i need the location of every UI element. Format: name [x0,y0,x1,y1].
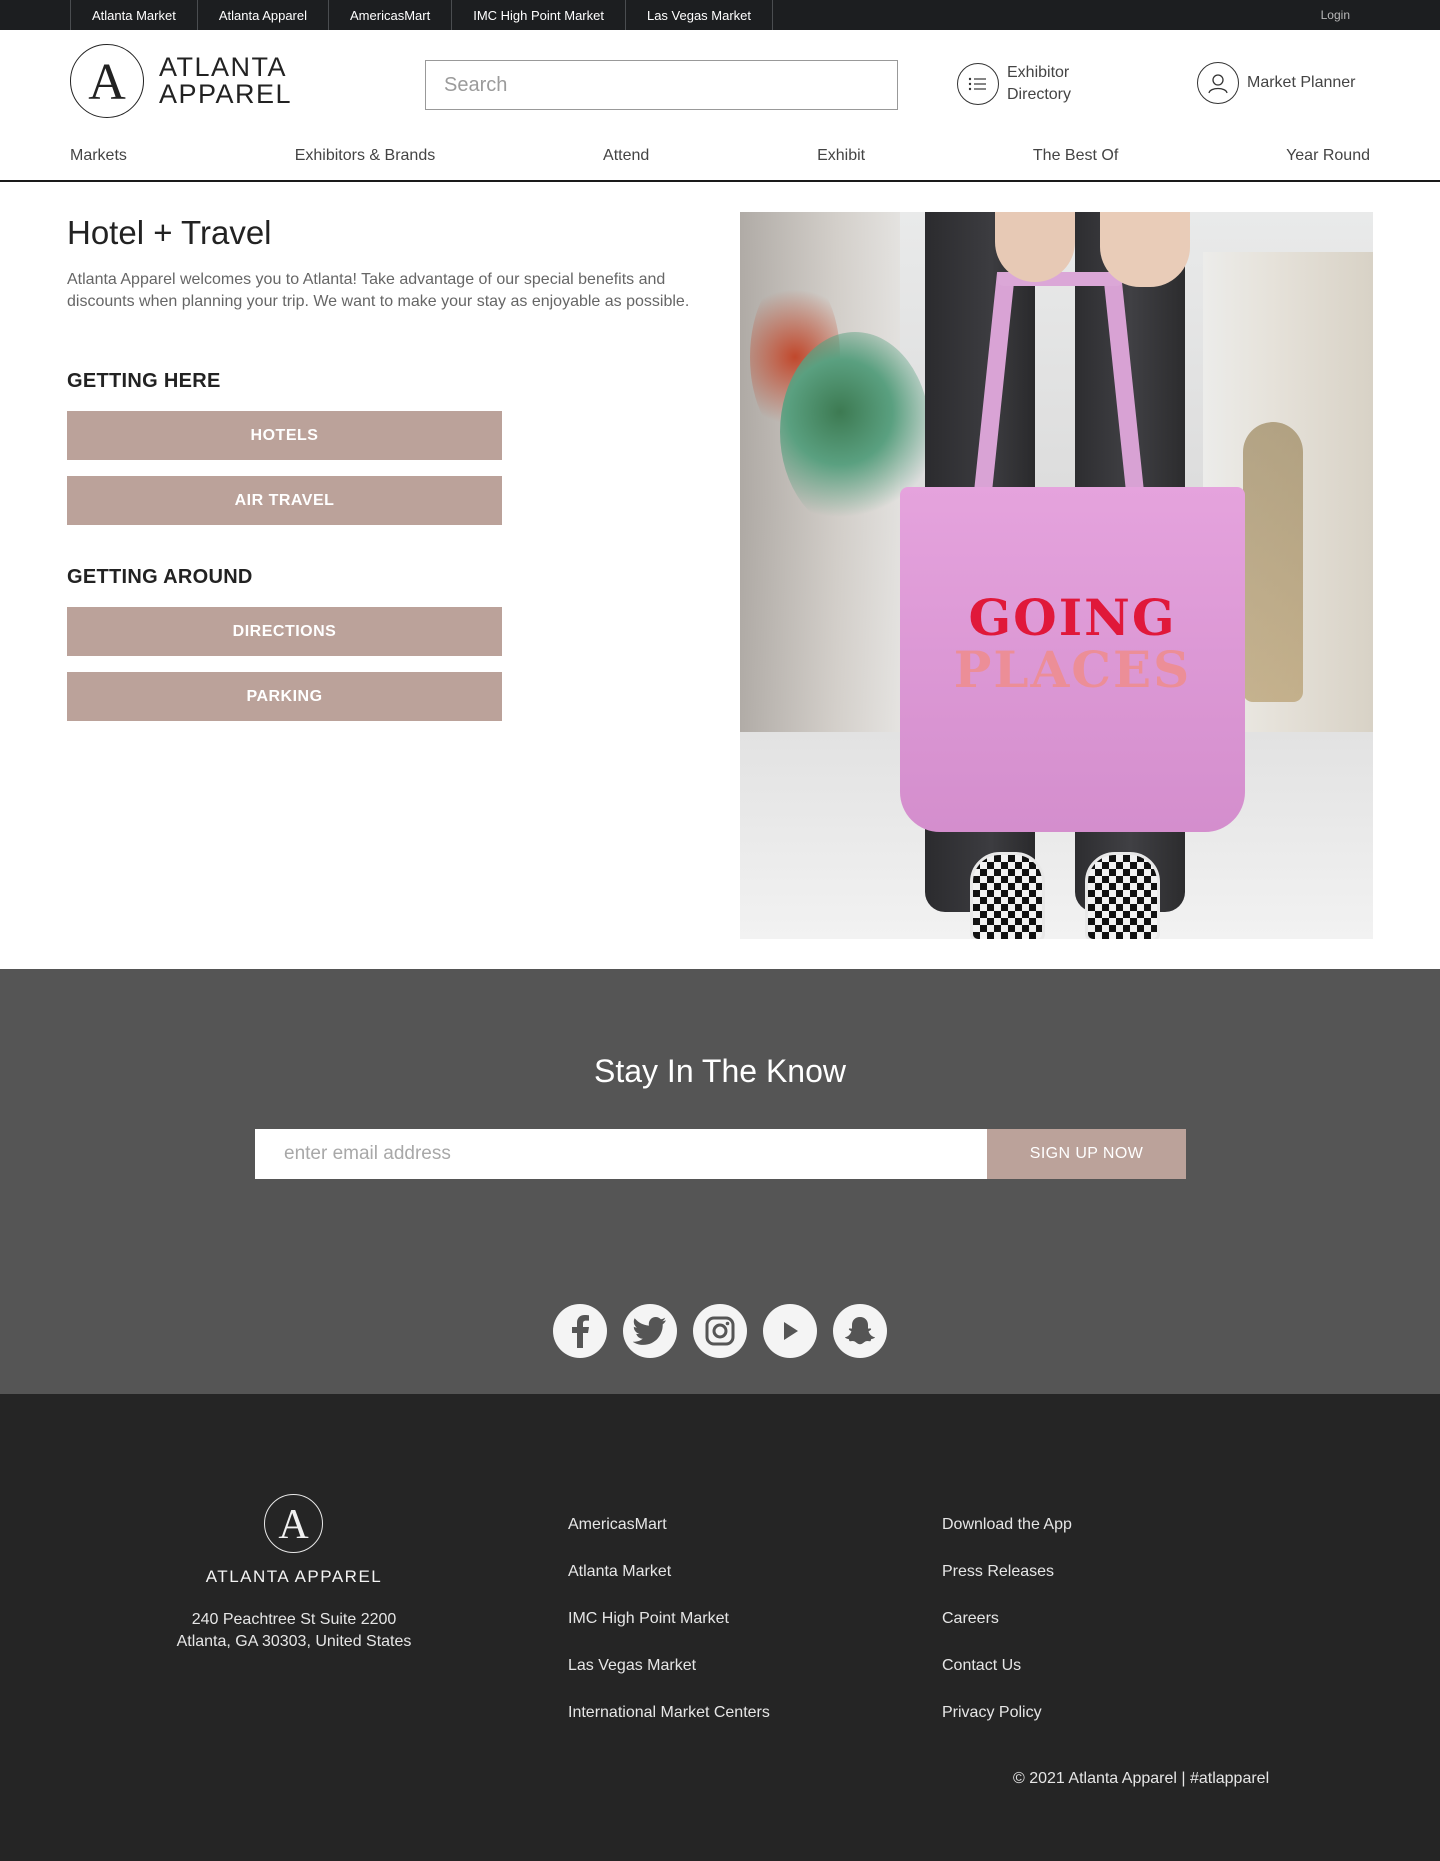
hero-hand-right [1100,212,1190,287]
footer-address-line-2: Atlanta, GA 30303, United States [176,1633,412,1650]
snapchat-icon[interactable] [833,1304,887,1358]
logo-letter: A [88,54,126,111]
twitter-icon[interactable] [623,1304,677,1358]
hero-mannequin [1243,422,1303,702]
topbar-link-atlanta-market[interactable]: Atlanta Market [71,0,198,30]
hotels-button[interactable]: HOTELS [67,411,502,460]
market-links: Atlanta Market Atlanta Apparel AmericasM… [70,0,774,30]
hero-bag-print: GOING PLACES [900,592,1245,696]
footer-address-line-1: 240 Peachtree St Suite 2200 [191,1611,397,1628]
nav-year-round[interactable]: Year Round [1286,147,1370,171]
market-planner-label: Market Planner [1247,74,1356,91]
parking-button[interactable]: PARKING [67,672,502,721]
exhibitor-directory-label: Exhibitor Directory [1007,62,1087,106]
topbar-link-americasmart[interactable]: AmericasMart [329,0,453,30]
social-links [553,1304,887,1358]
nav-exhibitors-brands[interactable]: Exhibitors & Brands [295,147,436,171]
footer-link-careers[interactable]: Careers [942,1608,1072,1655]
exhibitor-directory-link[interactable]: Exhibitor Directory [957,62,1087,106]
footer-links-markets: AmericasMart Atlanta Market IMC High Poi… [568,1514,770,1749]
email-field-wrapper [255,1129,987,1179]
user-icon [1197,62,1239,104]
footer-links-info: Download the App Press Releases Careers … [942,1514,1072,1749]
topbar-link-atlanta-apparel[interactable]: Atlanta Apparel [198,0,330,30]
footer-brand-name: ATLANTA APPAREL [205,1567,383,1586]
top-utility-bar: Atlanta Market Atlanta Apparel AmericasM… [0,0,1440,30]
search-input[interactable] [426,61,897,109]
air-travel-button[interactable]: AIR TRAVEL [67,476,502,525]
logo-wordmark: ATLANTA APPAREL [159,54,292,108]
bag-text-line-1: GOING [968,588,1177,647]
getting-here-heading: GETTING HERE [67,370,221,392]
footer-address: 240 Peachtree St Suite 2200 Atlanta, GA … [94,1609,494,1653]
directions-button[interactable]: DIRECTIONS [67,607,502,656]
bag-text-line-2: PLACES [953,640,1192,699]
site-footer: A ATLANTA APPAREL 240 Peachtree St Suite… [0,1394,1440,1861]
hero-shoe-right [1085,852,1160,939]
footer-link-imc-high-point[interactable]: IMC High Point Market [568,1608,770,1655]
nav-markets[interactable]: Markets [70,147,127,171]
main-nav: Markets Exhibitors & Brands Attend Exhib… [70,147,1370,171]
getting-around-heading: GETTING AROUND [67,566,253,588]
footer-link-imc[interactable]: International Market Centers [568,1702,770,1749]
exhibitor-directory-line-1: Exhibitor [1007,64,1070,81]
hero-image: GOING PLACES [740,212,1373,939]
footer-link-press-releases[interactable]: Press Releases [942,1561,1072,1608]
footer-logo-letter: A [278,1502,309,1548]
topbar-link-imc-high-point[interactable]: IMC High Point Market [452,0,626,30]
email-field[interactable] [255,1129,987,1179]
page-title: Hotel + Travel [67,214,272,251]
logo-line-2: APPAREL [159,79,293,109]
footer-link-las-vegas[interactable]: Las Vegas Market [568,1655,770,1702]
newsletter-title: Stay In The Know [594,1053,846,1089]
topbar-link-las-vegas[interactable]: Las Vegas Market [626,0,774,30]
page-intro: Atlanta Apparel welcomes you to Atlanta!… [67,271,690,310]
copyright: © 2021 Atlanta Apparel | #atlapparel [1013,1770,1270,1787]
site-logo[interactable]: A ATLANTA APPAREL [70,44,292,118]
footer-link-privacy-policy[interactable]: Privacy Policy [942,1702,1072,1749]
youtube-icon[interactable] [763,1304,817,1358]
facebook-icon[interactable] [553,1304,607,1358]
footer-link-atlanta-market[interactable]: Atlanta Market [568,1561,770,1608]
search-box [425,60,898,110]
nav-exhibit[interactable]: Exhibit [817,147,865,171]
hero-shoe-left [970,852,1045,939]
logo-line-1: ATLANTA [159,52,288,82]
newsletter-section: Stay In The Know SIGN UP NOW [0,969,1440,1394]
logo-mark: A [70,44,144,118]
list-icon [957,63,999,105]
site-header: A ATLANTA APPAREL Exhibitor Directory [0,30,1440,182]
footer-logo[interactable]: A [264,1494,323,1553]
login-link[interactable]: Login [1321,0,1350,30]
market-planner-link[interactable]: Market Planner [1197,62,1356,104]
footer-link-contact-us[interactable]: Contact Us [942,1655,1072,1702]
nav-the-best-of[interactable]: The Best Of [1033,147,1118,171]
sign-up-button[interactable]: SIGN UP NOW [987,1129,1186,1179]
nav-attend[interactable]: Attend [603,147,649,171]
exhibitor-directory-line-2: Directory [1007,86,1072,103]
instagram-icon[interactable] [693,1304,747,1358]
footer-link-download-app[interactable]: Download the App [942,1514,1072,1561]
footer-link-americasmart[interactable]: AmericasMart [568,1514,770,1561]
